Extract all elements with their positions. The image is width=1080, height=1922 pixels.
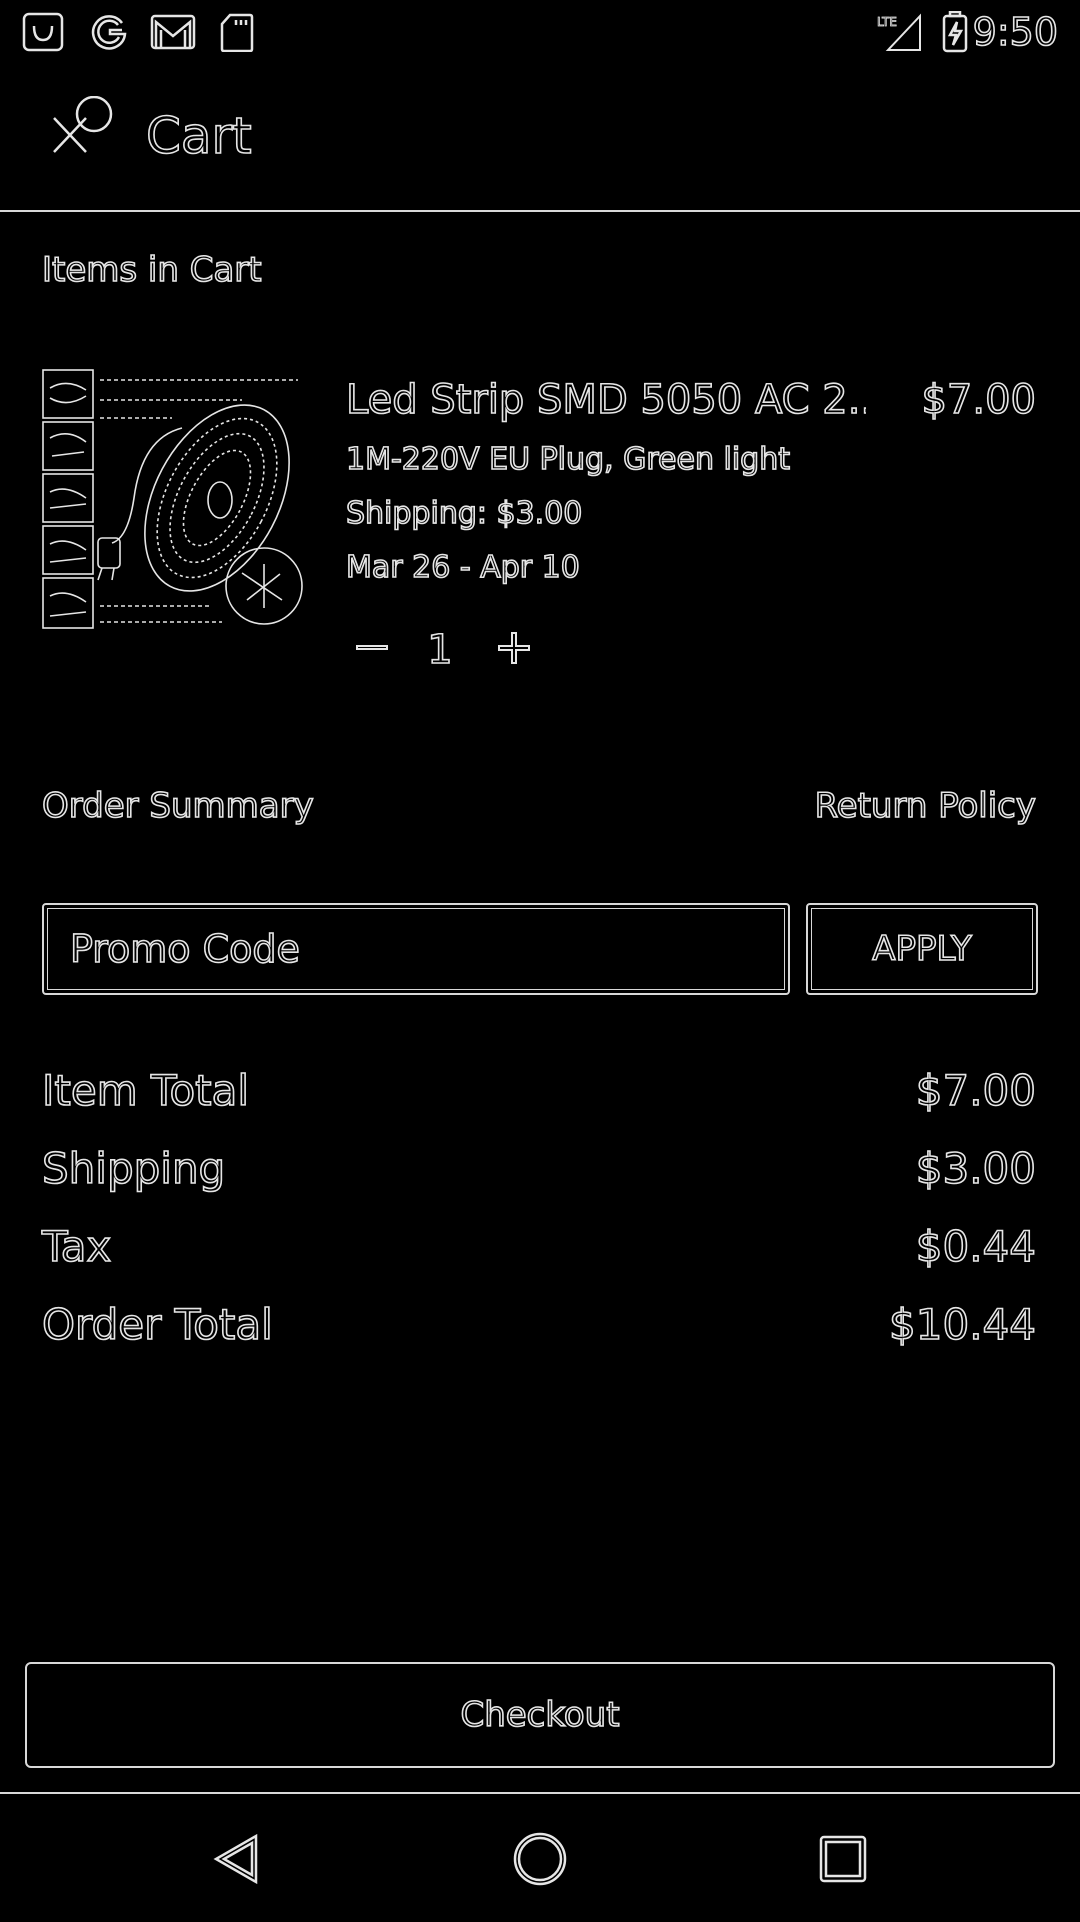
back-triangle-icon[interactable] [202, 1824, 272, 1894]
checkout-button[interactable]: Checkout [25, 1662, 1055, 1768]
apply-button[interactable]: APPLY [806, 903, 1038, 995]
recents-square-icon[interactable] [808, 1824, 878, 1894]
item-name[interactable]: Led Strip SMD 5050 AC 2... [346, 374, 866, 426]
order-summary-heading: Order Summary [41, 785, 314, 827]
item-price: $7.00 [921, 376, 1037, 424]
item-delivery-dates: Mar 26 - Apr 10 [345, 549, 580, 586]
promo-code-input[interactable]: Promo Code [42, 903, 790, 995]
apply-button-label: APPLY [871, 928, 972, 970]
order-total-value: $10.44 [888, 1299, 1037, 1350]
quantity-increase-button[interactable] [488, 622, 540, 674]
return-policy-link[interactable]: Return Policy [814, 784, 1037, 828]
home-circle-icon[interactable] [505, 1824, 575, 1894]
app-bar: Cart [0, 64, 1080, 212]
item-total-label: Item Total [41, 1065, 250, 1116]
lte-signal-icon: LTE [876, 12, 922, 52]
led-strip-product-image [42, 369, 303, 629]
sd-card-icon [220, 12, 254, 52]
promo-code-placeholder: Promo Code [69, 926, 301, 972]
close-icon[interactable] [44, 95, 124, 176]
status-bar: LTE 9:50 [0, 0, 1080, 64]
tax-value: $0.44 [915, 1221, 1037, 1272]
shopping-bag-icon [22, 12, 64, 52]
item-total-value: $7.00 [915, 1065, 1037, 1116]
gmail-icon [150, 12, 196, 52]
tax-label: Tax [41, 1221, 112, 1272]
shipping-value: $3.00 [915, 1143, 1037, 1194]
product-thumbnail[interactable] [42, 368, 306, 632]
shipping-label: Shipping [41, 1143, 226, 1194]
checkout-button-label: Checkout [460, 1694, 621, 1736]
item-shipping: Shipping: $3.00 [345, 495, 583, 532]
status-time: 9:50 [972, 9, 1059, 55]
items-in-cart-heading: Items in Cart [41, 249, 262, 291]
quantity-value: 1 [426, 626, 453, 674]
item-variant: 1M-220V EU Plug, Green light [345, 441, 791, 478]
battery-charging-icon [940, 11, 970, 53]
google-icon [88, 12, 130, 52]
order-total-label: Order Total [41, 1299, 273, 1350]
svg-text:LTE: LTE [877, 15, 897, 29]
quantity-decrease-button[interactable] [346, 622, 398, 674]
system-nav-bar [0, 1792, 1080, 1922]
page-title: Cart [145, 106, 252, 166]
